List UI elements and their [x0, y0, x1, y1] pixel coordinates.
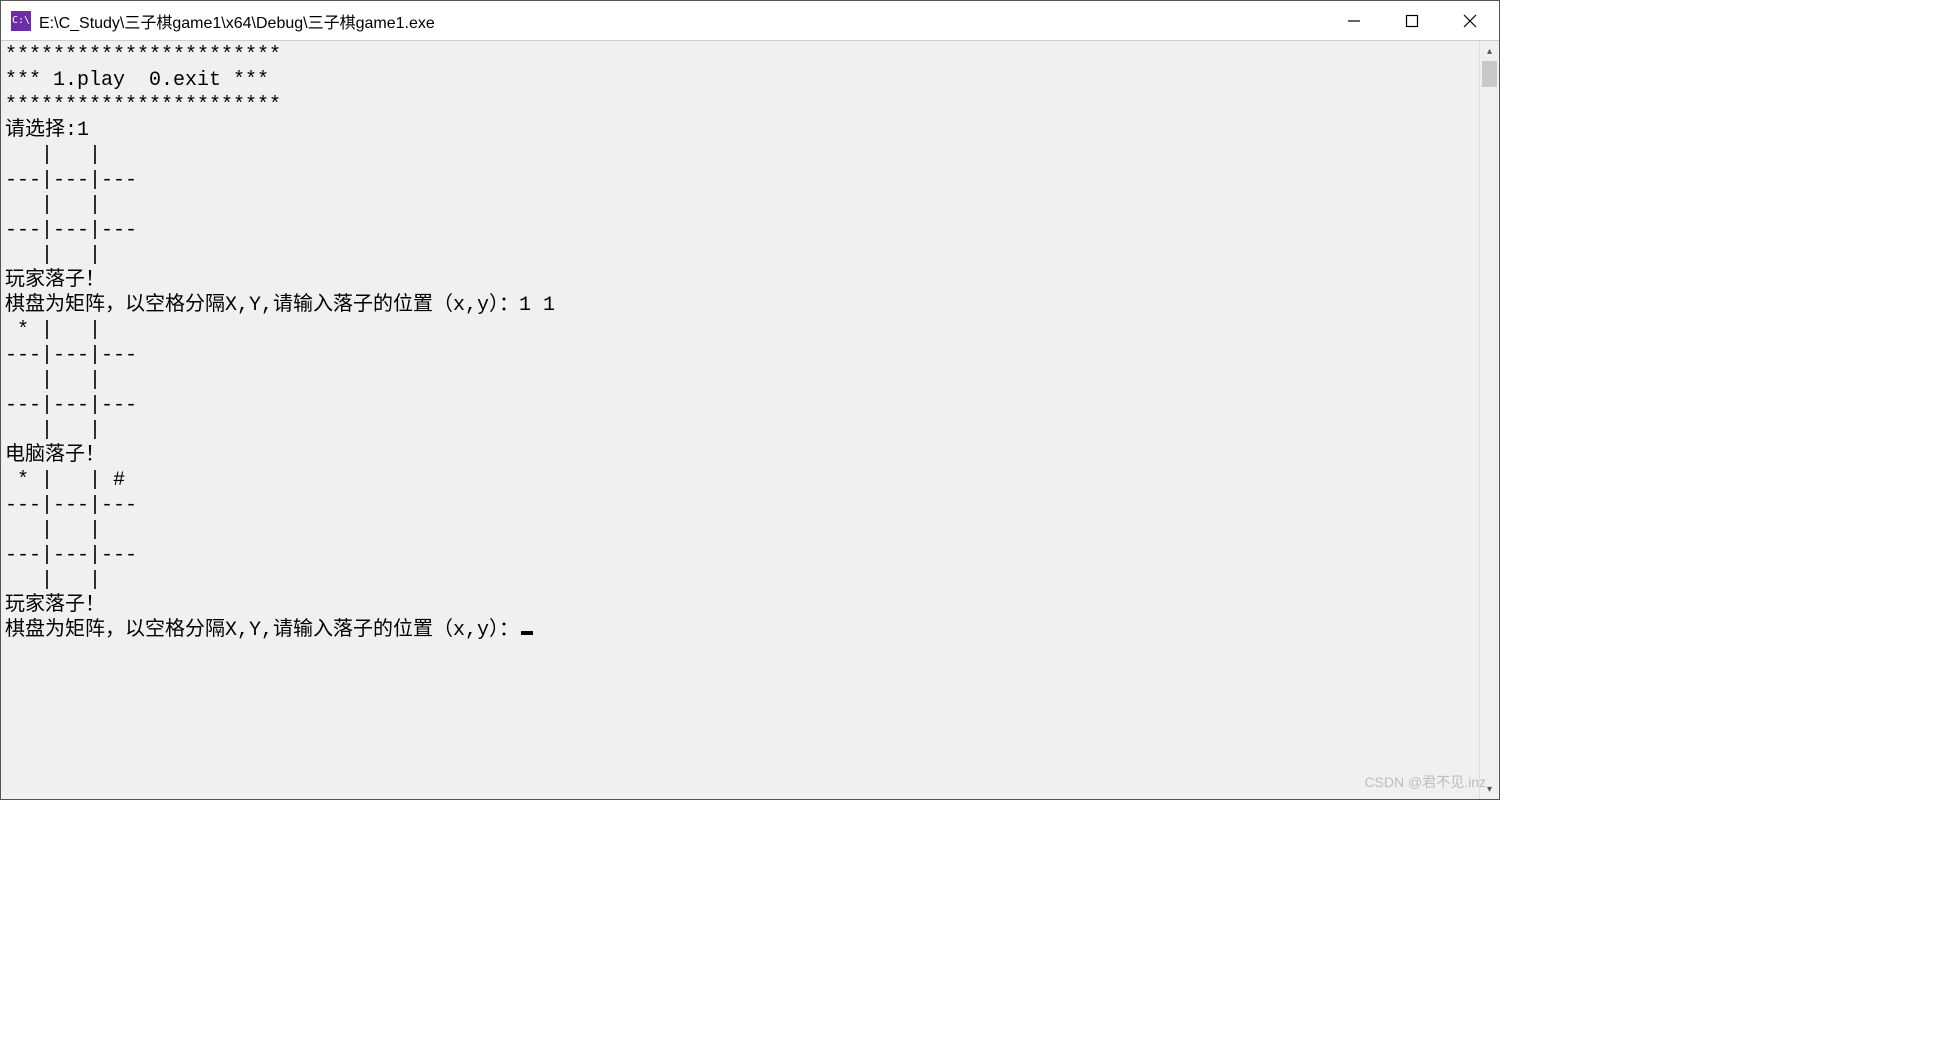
maximize-button[interactable]	[1383, 1, 1441, 41]
minimize-button[interactable]	[1325, 1, 1383, 41]
text-cursor	[521, 631, 533, 635]
titlebar[interactable]: C:\ E:\C_Study\三子棋game1\x64\Debug\三子棋gam…	[1, 1, 1499, 41]
app-icon-label: C:\	[12, 15, 30, 26]
watermark-text: CSDN @君不见.inz	[1364, 772, 1486, 792]
scrollbar-thumb[interactable]	[1482, 61, 1497, 87]
close-icon	[1463, 14, 1477, 28]
console-area: *********************** *** 1.play 0.exi…	[1, 41, 1499, 799]
close-button[interactable]	[1441, 1, 1499, 41]
maximize-icon	[1405, 14, 1419, 28]
minimize-icon	[1347, 14, 1361, 28]
app-icon: C:\	[11, 11, 31, 31]
scroll-up-arrow-icon[interactable]: ▴	[1480, 41, 1499, 61]
console-output[interactable]: *********************** *** 1.play 0.exi…	[1, 41, 1479, 799]
window-title: E:\C_Study\三子棋game1\x64\Debug\三子棋game1.e…	[39, 9, 435, 33]
vertical-scrollbar[interactable]: ▴ ▾	[1479, 41, 1499, 799]
console-window: C:\ E:\C_Study\三子棋game1\x64\Debug\三子棋gam…	[0, 0, 1500, 800]
